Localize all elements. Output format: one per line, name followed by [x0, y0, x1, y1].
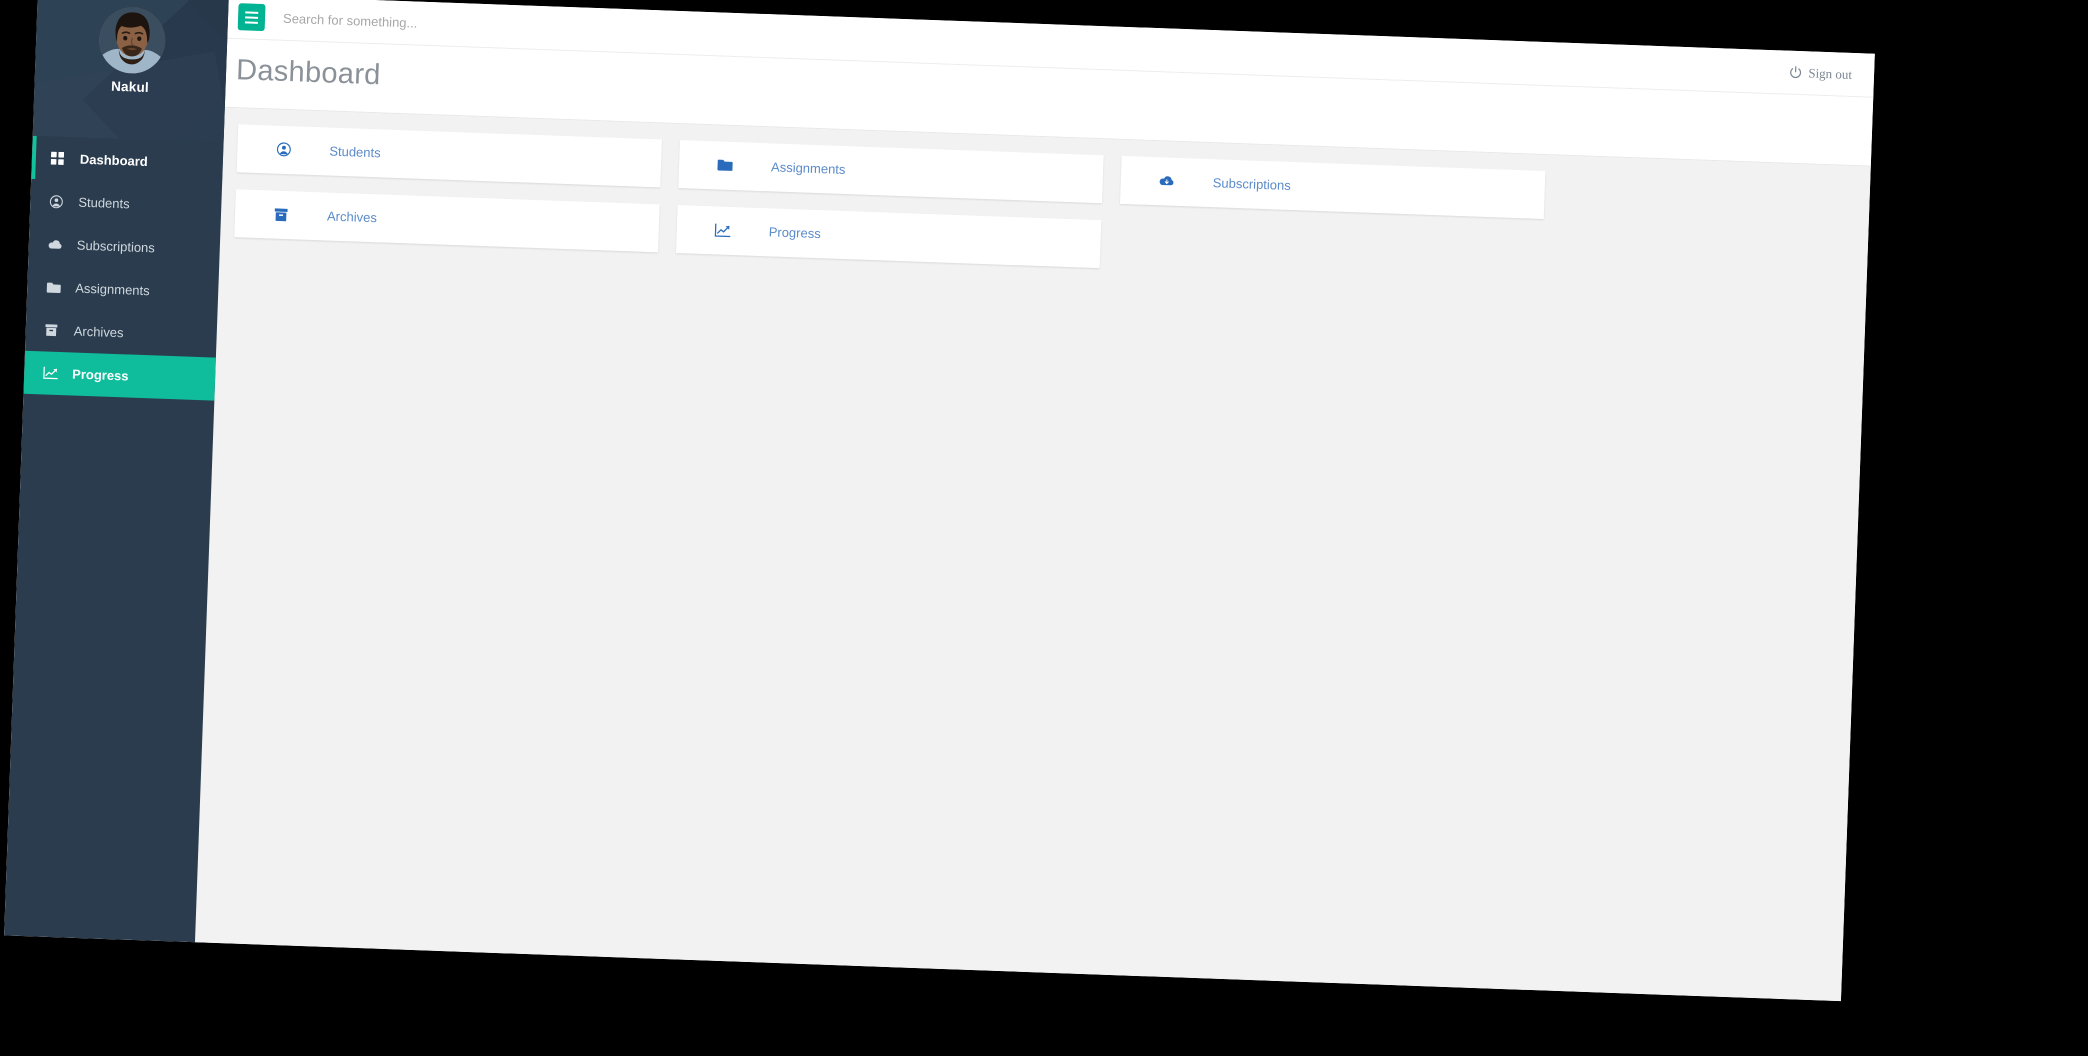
app-window-rotor: Nakul Dashboard Students Subscriptions A… — [4, 0, 1875, 1002]
grid-icon — [50, 151, 71, 166]
screenshot-stage: Nakul Dashboard Students Subscriptions A… — [0, 0, 2088, 1056]
sidebar-item-progress[interactable]: Progress — [23, 350, 216, 401]
hamburger-icon[interactable] — [237, 3, 266, 32]
chart-line-icon — [43, 366, 63, 380]
sidebar-item-archives[interactable]: Archives — [25, 308, 217, 358]
card-assignments[interactable]: Assignments — [678, 139, 1104, 204]
card-archives[interactable]: Archives — [234, 189, 660, 253]
cloud-icon — [48, 238, 68, 251]
card-label: Progress — [768, 224, 821, 242]
power-icon — [1789, 66, 1802, 79]
sidebar-item-label: Subscriptions — [76, 237, 156, 256]
sidebar-nav: Dashboard Students Subscriptions Assignm… — [23, 135, 224, 401]
card-label: Assignments — [770, 159, 846, 178]
sidebar-item-subscriptions[interactable]: Subscriptions — [28, 222, 220, 272]
card-label: Archives — [326, 208, 378, 226]
card-label: Subscriptions — [1212, 175, 1292, 194]
sidebar-item-label: Progress — [71, 366, 129, 384]
hamburger-bar — [245, 10, 259, 14]
folder-icon — [46, 281, 66, 294]
avatar[interactable] — [97, 6, 166, 75]
signout-label: Sign out — [1808, 64, 1853, 82]
user-circle-icon — [49, 194, 69, 209]
sidebar-item-label: Assignments — [75, 280, 150, 299]
signout-button[interactable]: Sign out — [1789, 64, 1852, 82]
card-subscriptions[interactable]: Subscriptions — [1119, 155, 1546, 219]
sidebar-item-students[interactable]: Students — [30, 179, 222, 229]
sidebar-item-label: Students — [78, 194, 130, 212]
sidebar-profile-block: Nakul — [32, 0, 229, 143]
profile-name: Nakul — [110, 78, 150, 96]
main-area: Sign out Dashboard — [194, 0, 1875, 1002]
cloud-download-icon — [1121, 173, 1213, 189]
sidebar-item-label: Archives — [73, 323, 124, 341]
sidebar-item-label: Dashboard — [79, 151, 149, 170]
user-circle-icon — [237, 141, 329, 159]
sidebar-item-assignments[interactable]: Assignments — [27, 265, 219, 315]
archive-icon — [45, 323, 65, 337]
folder-icon — [679, 157, 771, 173]
card-progress[interactable]: Progress — [675, 204, 1102, 269]
chart-line-icon — [677, 222, 769, 239]
sidebar-item-dashboard[interactable]: Dashboard — [31, 135, 224, 186]
card-label: Students — [329, 143, 381, 161]
hamburger-bar — [244, 20, 258, 24]
archive-icon — [235, 206, 327, 223]
content-area: Students Assignments Subscriptions Archi… — [194, 107, 1871, 1002]
hamburger-bar — [245, 15, 259, 19]
sidebar: Nakul Dashboard Students Subscriptions A… — [4, 0, 229, 943]
card-students[interactable]: Students — [236, 124, 662, 188]
app-window: Nakul Dashboard Students Subscriptions A… — [4, 0, 1875, 1002]
